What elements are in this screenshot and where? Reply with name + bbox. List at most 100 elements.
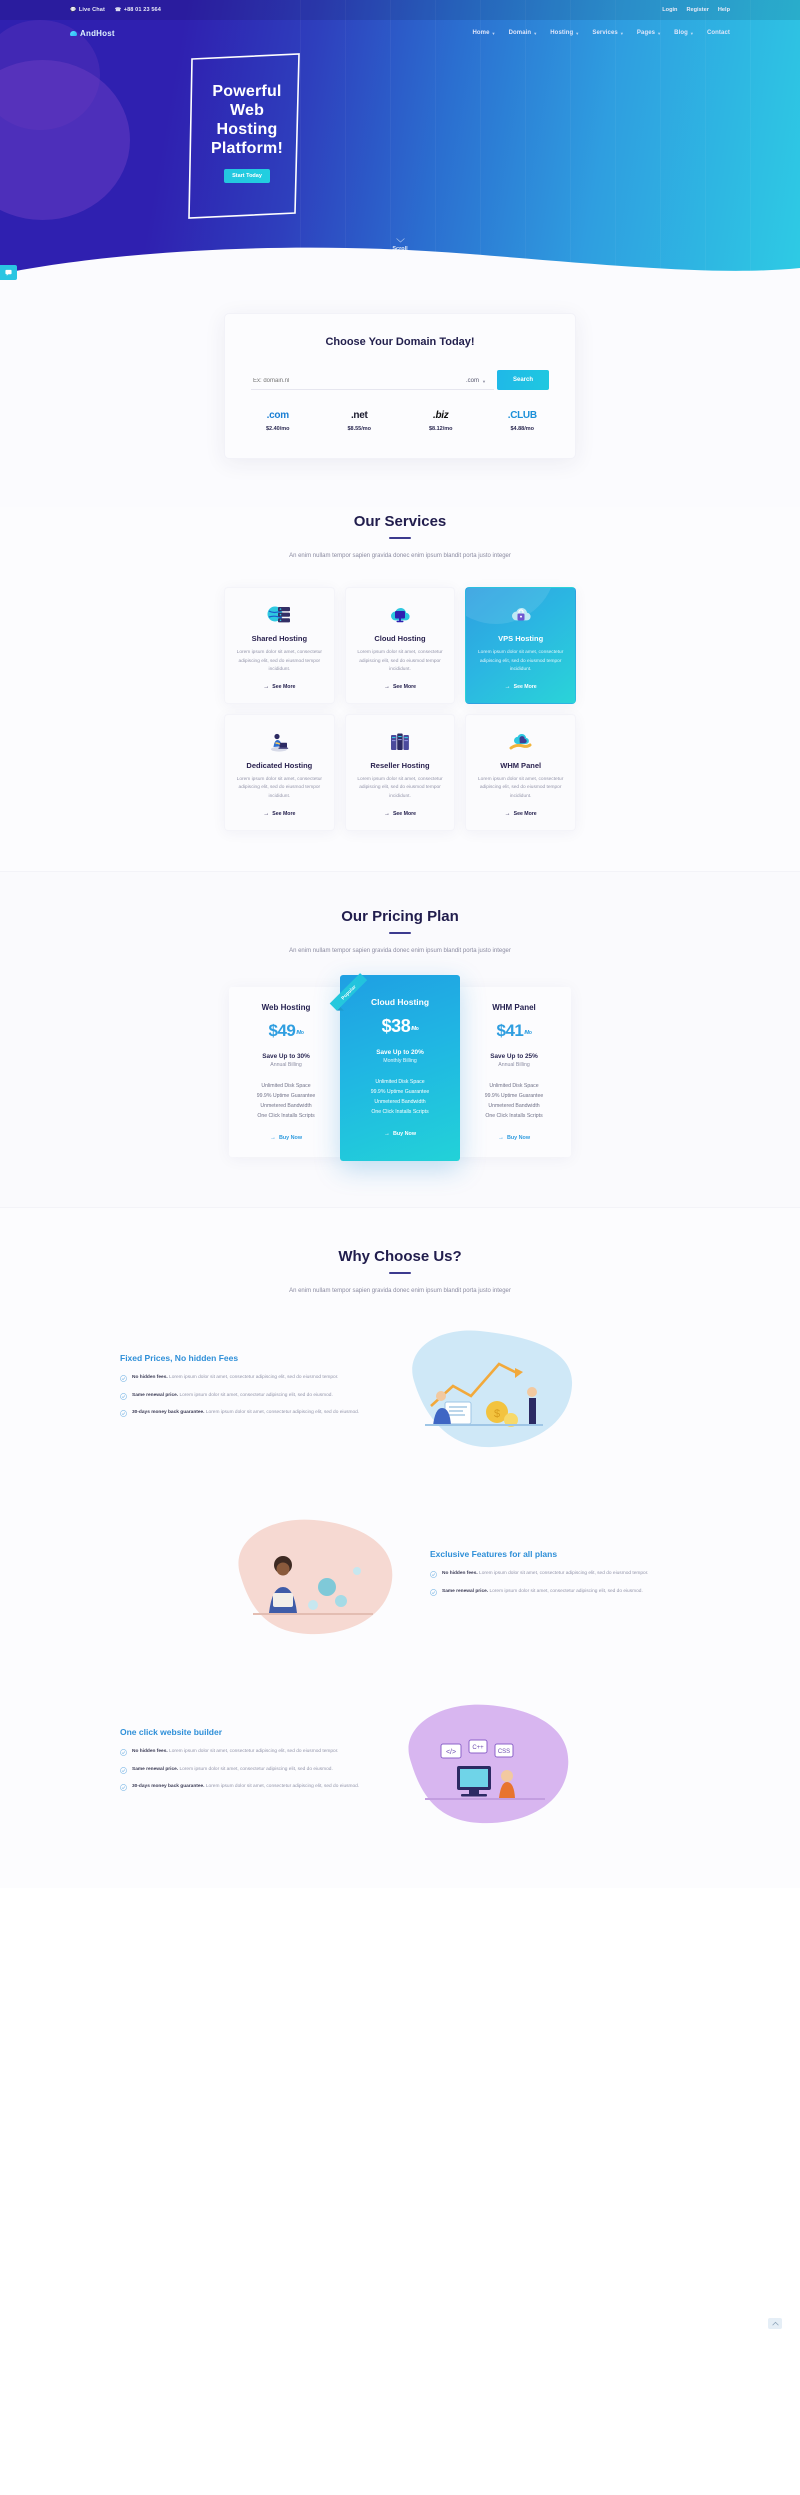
nav-item-services[interactable]: Services ▼ <box>592 30 624 36</box>
phone-link[interactable]: ☎ +88 01 23 564 <box>115 7 161 13</box>
arrow-right-icon: → <box>504 810 511 817</box>
pricing-card-whm-panel[interactable]: WHM Panel $41/Mo Save Up to 25% Annual B… <box>457 986 571 1157</box>
tld-item[interactable]: .net $8.55/mo <box>333 408 387 432</box>
register-link[interactable]: Register <box>686 7 708 13</box>
tld-selected-value: .com <box>466 378 480 384</box>
nav-item-domain[interactable]: Domain ▼ <box>509 30 538 36</box>
see-more-label: See More <box>272 810 296 817</box>
why-item-lead: Same renewal price. <box>132 1392 179 1398</box>
nav-item-hosting[interactable]: Hosting ▼ <box>550 30 579 36</box>
nav-label: Home <box>472 30 490 36</box>
why-list-item: Same renewal price. Lorem ipsum dolor si… <box>120 1766 370 1775</box>
why-illustration-fixed-prices: $ <box>386 1323 586 1458</box>
nav-item-home[interactable]: Home ▼ <box>472 30 495 36</box>
start-today-button[interactable]: Start Today <box>224 169 270 183</box>
woman-chart-coins-illustration: $ <box>425 1362 543 1428</box>
why-list-item: Same renewal price. Lorem ipsum dolor si… <box>120 1392 370 1401</box>
nav-label: Pages <box>636 30 656 36</box>
pricing-card-web-hosting[interactable]: Web Hosting $49/Mo Save Up to 30% Annual… <box>229 986 343 1157</box>
arrow-right-icon: → <box>383 683 390 690</box>
nav-item-contact[interactable]: Contact <box>707 30 730 36</box>
why-item-body: Lorem ipsum dolor sit amet, consectetur … <box>204 1410 360 1416</box>
domain-search-button[interactable]: Search <box>496 370 549 390</box>
services-grid: Shared Hosting Lorem ipsum dolor sit ame… <box>224 587 576 831</box>
see-more-link[interactable]: → See More <box>355 684 446 690</box>
service-card-whm-panel[interactable]: WHM Panel Lorem ipsum dolor sit amet, co… <box>465 713 576 831</box>
arrow-right-icon: → <box>383 1130 390 1137</box>
pricing-subtitle: An enim nullam tempor sapien gravida don… <box>289 947 511 954</box>
scroll-to-top-button[interactable] <box>768 2318 782 2329</box>
why-item-body: Lorem ipsum dolor sit amet, consectetur … <box>477 1570 649 1576</box>
check-circle-icon <box>120 1410 127 1418</box>
hero-line-2: Web <box>229 102 265 119</box>
tld-price: $4.88/mo <box>510 426 535 432</box>
why-block-website-builder: One click website builder No hidden fees… <box>120 1671 680 1858</box>
plan-price: $38/Mo <box>350 1016 450 1037</box>
tld-item[interactable]: .com $2.40/mo <box>251 408 305 432</box>
why-item-text: No hidden fees. Lorem ipsum dolor sit am… <box>132 1374 338 1383</box>
service-card-cloud-hosting[interactable]: Cloud Hosting Lorem ipsum dolor sit amet… <box>344 587 456 704</box>
plan-feature: 99.9% Uptime Guarantee <box>256 1092 316 1099</box>
live-chat-link[interactable]: 💬 Live Chat <box>70 7 105 13</box>
service-card-reseller-hosting[interactable]: Reseller Hosting Lorem ipsum dolor sit a… <box>344 713 456 831</box>
svg-text:CSS: CSS <box>498 1749 510 1755</box>
arrow-right-icon: → <box>497 1134 504 1141</box>
pricing-card-cloud-hosting[interactable]: Popular Cloud Hosting $38/Mo Save Up to … <box>329 972 460 1161</box>
service-name: Reseller Hosting <box>370 760 430 770</box>
developer-code-illustration: </> C++ CSS <box>425 1739 545 1801</box>
buy-now-button[interactable]: → Buy Now <box>350 1131 450 1137</box>
buy-now-button[interactable]: → Buy Now <box>467 1135 561 1141</box>
plan-price: $41/Mo <box>467 1021 561 1041</box>
why-item-body: Lorem ipsum dolor sit amet, consectetur … <box>178 1392 333 1398</box>
tld-dropdown[interactable]: .com ▼ <box>456 374 494 390</box>
service-card-shared-hosting[interactable]: Shared Hosting Lorem ipsum dolor sit ame… <box>224 587 335 704</box>
plan-save: Save Up to 30% <box>262 1052 310 1060</box>
plan-price-period: /Mo <box>296 1029 304 1036</box>
floating-chat-button[interactable] <box>0 265 17 280</box>
tld-item[interactable]: .CLUB $4.88/mo <box>496 408 550 432</box>
arrow-right-icon: → <box>263 810 270 817</box>
see-more-link[interactable]: → See More <box>475 811 566 817</box>
nav-label: Blog <box>674 30 688 36</box>
service-name: Cloud Hosting <box>374 634 426 643</box>
see-more-link[interactable]: → See More <box>355 811 446 817</box>
why-item-text: Same renewal price. Lorem ipsum dolor si… <box>442 1588 643 1597</box>
check-circle-icon <box>120 1766 127 1774</box>
pricing-grid: Web Hosting $49/Mo Save Up to 30% Annual… <box>224 972 576 1161</box>
hero-line-3: Hosting <box>216 121 278 138</box>
tld-price: $8.12/mo <box>428 426 453 432</box>
title-underline <box>389 537 411 539</box>
login-link[interactable]: Login <box>662 7 677 13</box>
why-subtitle: An enim nullam tempor sapien gravida don… <box>289 1287 511 1294</box>
chevron-down-icon: ▼ <box>491 30 496 36</box>
service-description: Lorem ipsum dolor sit amet, consectetur … <box>236 776 322 799</box>
check-circle-icon <box>120 1749 127 1756</box>
why-item-text: No hidden fees. Lorem ipsum dolor sit am… <box>442 1570 648 1579</box>
tld-item[interactable]: .biz $8.12/mo <box>414 408 468 432</box>
arrow-right-icon: → <box>383 810 390 817</box>
plan-feature: 99.9% Uptime Guarantee <box>484 1092 544 1099</box>
chevron-down-icon: ▼ <box>482 378 486 384</box>
title-underline <box>389 1271 411 1274</box>
why-item-body: Lorem ipsum dolor sit amet, consectetur … <box>488 1588 643 1594</box>
plan-price-period: /Mo <box>524 1029 532 1036</box>
page-root: 💬 Live Chat ☎ +88 01 23 564 Login Regist… <box>0 0 800 2329</box>
brand-logo[interactable]: AndHost <box>70 29 115 38</box>
help-link[interactable]: Help <box>718 7 730 13</box>
buy-now-button[interactable]: → Buy Now <box>239 1135 333 1141</box>
see-more-link[interactable]: → See More <box>234 684 325 690</box>
see-more-link[interactable]: → See More <box>475 684 566 690</box>
nav-item-pages[interactable]: Pages ▼ <box>637 30 661 36</box>
why-list-item: 30-days money back guarantee. Lorem ipsu… <box>120 1783 370 1792</box>
service-card-dedicated-hosting[interactable]: Dedicated Hosting Lorem ipsum dolor sit … <box>224 713 335 831</box>
service-card-vps-hosting[interactable]: VPS Hosting Lorem ipsum dolor sit amet, … <box>465 587 576 704</box>
why-choose-us-section: Why Choose Us? An enim nullam tempor sap… <box>0 1206 800 1888</box>
why-list-item: Same renewal price. Lorem ipsum dolor si… <box>430 1588 680 1597</box>
domain-search-card: Choose Your Domain Today! .com ▼ Search … <box>224 313 576 459</box>
domain-search-input[interactable] <box>251 374 456 390</box>
nav-item-blog[interactable]: Blog ▼ <box>674 30 694 36</box>
plan-billing-cycle: Monthly Billing <box>383 1057 417 1064</box>
plan-feature: 99.9% Uptime Guarantee <box>370 1088 430 1095</box>
plan-billing-cycle: Annual Billing <box>270 1061 302 1068</box>
see-more-link[interactable]: → See More <box>234 811 325 817</box>
